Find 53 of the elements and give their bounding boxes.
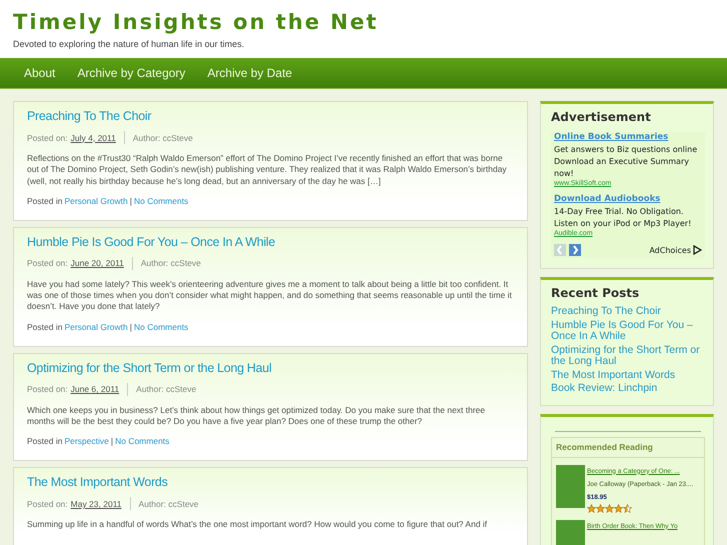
nav-link[interactable]: About	[24, 66, 56, 80]
separator-text: |	[130, 196, 132, 206]
ad-text: Get answers to Biz questions online Download an Executive Summary now!	[554, 144, 698, 180]
recommended-heading: Recommended Reading	[552, 438, 704, 458]
posted-in-label: Posted in	[27, 322, 62, 332]
post-date-link[interactable]: May 23, 2011	[70, 498, 122, 509]
category-link[interactable]: Personal Growth	[64, 322, 128, 332]
widget-heading: Advertisement	[551, 110, 652, 124]
ad-title-link[interactable]: Download Audiobooks	[554, 194, 702, 204]
site-title[interactable]: Timely Insights on the Net	[13, 10, 714, 34]
separator-text: |	[130, 322, 132, 332]
adchoices-link[interactable]: AdChoices	[649, 245, 702, 255]
post-author: Author: ccSteve	[138, 498, 199, 509]
recent-post-link[interactable]: Preaching To The Choir	[551, 306, 705, 318]
book-cover-placeholder	[556, 464, 585, 508]
comments-link[interactable]: No Comments	[115, 436, 170, 446]
post-author: Author: ccSteve	[140, 258, 201, 268]
recent-post-link[interactable]: Book Review: Linchpin	[551, 383, 705, 394]
nav-link[interactable]: Archive by Category	[77, 66, 186, 80]
post-title-link[interactable]: Optimizing for the Short Term or the Long Haul	[27, 360, 514, 375]
posted-on-label: Posted on:	[27, 384, 68, 394]
post-author: Author: ccSteve	[136, 384, 196, 394]
recent-post-link[interactable]: The Most Important Words	[551, 370, 705, 381]
ad-title-link[interactable]: Online Book Summaries	[554, 132, 702, 142]
post-author: Author: ccSteve	[132, 132, 193, 142]
post-date-link[interactable]: July 4, 2011	[70, 132, 116, 142]
ad-text: 14-Day Free Trial. No Obligation. Listen on your iPod or Mp3 Player!	[554, 206, 692, 230]
post-excerpt: Which one keeps you in business? Let’s think about how things get optimized today. Do you make sure that the next three months will be the best they could be? Do you have a five year plan? Does one of these trump the other?	[27, 404, 486, 428]
post-title-link[interactable]: Preaching To The Choir	[27, 109, 514, 123]
posted-on-label: Posted on:	[27, 132, 68, 142]
widget-heading: Recent Posts	[551, 286, 640, 300]
comments-link[interactable]: No Comments	[134, 322, 188, 332]
posted-on-label: Posted on:	[27, 498, 68, 509]
category-link[interactable]: Perspective	[64, 436, 109, 446]
post-date-link[interactable]: June 6, 2011	[70, 384, 120, 394]
posted-in-label: Posted in	[27, 436, 62, 446]
separator-text: |	[110, 436, 114, 446]
post-title-link[interactable]: Humble Pie Is Good For You – Once In A While	[27, 234, 514, 249]
posted-in-label: Posted in	[27, 196, 62, 206]
post-excerpt: Summing up life in a handful of words What’s the one most important word? How would you come to figure that out? And if	[27, 519, 488, 531]
post-date-link[interactable]: June 20, 2011	[70, 258, 124, 268]
play-triangle-icon	[693, 245, 702, 255]
post-excerpt: Reflections on the #Trust30 “Ralph Waldo Emerson” effort of The Domino Project I’ve recently finished an effort that was borne out of The Domino Project, Seth Godin’s new(ish) publishing venture. They realized that it was Ralph Waldo Emerson’s birthday (well, not really his birthday because he’s long dead, but an anniversary of the day he was […]	[27, 153, 508, 187]
recent-post-link[interactable]: Optimizing for the Short Term or the Long Haul	[551, 344, 705, 368]
next-ad-button[interactable]	[569, 244, 581, 256]
site-tagline: Devoted to exploring the nature of human life in our times.	[13, 39, 246, 49]
post-excerpt: Have you had some lately? This week’s orienteering adventure gives me a moment to talk about being a little bit too confident. It was one of those times when you don’t consider what might happen, and do something that seems reasonable up until the time it doesn’t. Have you done that lately?	[27, 278, 513, 313]
comments-link[interactable]: No Comments	[134, 196, 188, 206]
category-link[interactable]: Personal Growth	[64, 196, 128, 206]
nav-link[interactable]: Archive by Date	[207, 66, 292, 80]
post-title-link[interactable]: The Most Important Words	[27, 475, 514, 490]
posted-on-label: Posted on:	[27, 258, 68, 268]
recent-post-link[interactable]: Humble Pie Is Good For You – Once In A While	[551, 320, 705, 342]
